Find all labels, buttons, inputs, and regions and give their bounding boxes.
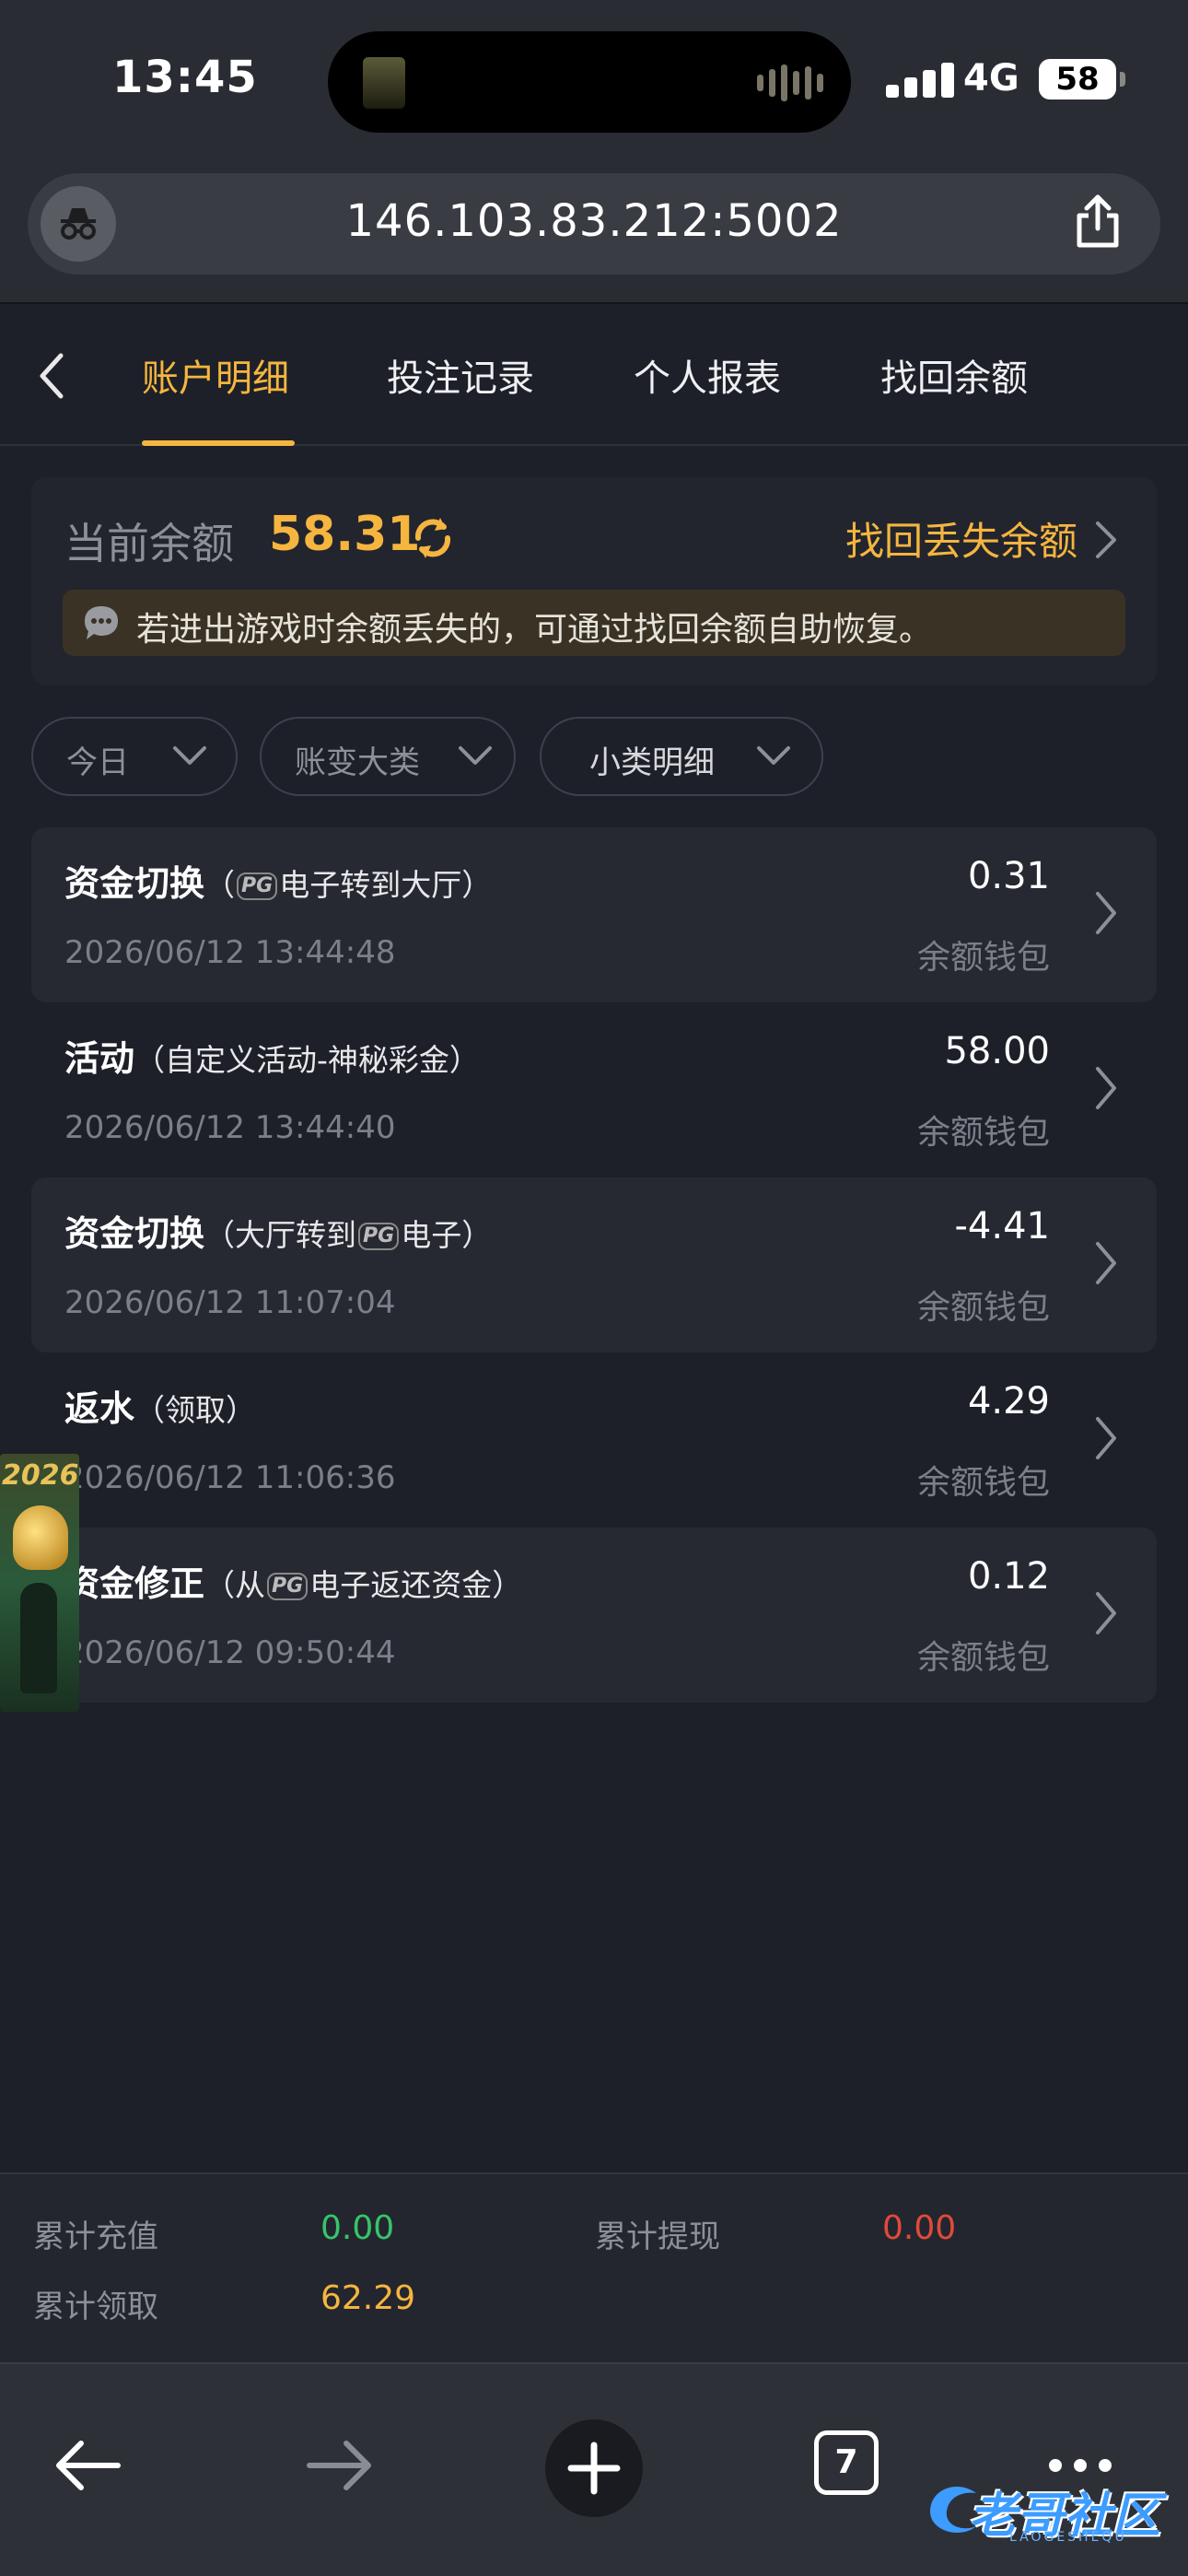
- share-icon[interactable]: [1072, 193, 1124, 252]
- signal-icon: [886, 63, 954, 98]
- record-title: 资金修正（从 PG 电子返还资金）: [64, 1563, 523, 1604]
- site-watermark-logo: 老哥社区 LAOGESHEQU: [921, 2469, 1179, 2552]
- list-item[interactable]: 资金修正（从 PG 电子返还资金） 2026/06/12 09:50:44 0.12…: [31, 1528, 1157, 1703]
- record-wallet: 余额钱包: [916, 1464, 1050, 1502]
- tab-recover-balance[interactable]: 找回余额: [880, 348, 1028, 402]
- active-tab-indicator: [142, 440, 295, 446]
- list-item[interactable]: 返水（领取） 2026/06/12 11:06:36 4.29 余额钱包: [31, 1352, 1157, 1528]
- back-arrow-icon[interactable]: [53, 2438, 122, 2497]
- status-time: 13:45: [112, 52, 258, 103]
- record-amount: 58.00: [944, 1030, 1050, 1072]
- chevron-right-icon: [1092, 1065, 1120, 1115]
- pg-logo-icon: PG: [237, 872, 278, 900]
- chevron-right-icon: [1092, 1590, 1120, 1640]
- dynamic-island: [328, 31, 851, 133]
- balance-card: 当前余额 58.31 找回丢失余额 若进出游戏时余额丢失的，可通过找回余额自助恢…: [31, 477, 1157, 685]
- list-item[interactable]: 资金切换（大厅转到 PG 电子） 2026/06/12 11:07:04 -4.41…: [31, 1177, 1157, 1352]
- recover-lost-balance-link[interactable]: 找回丢失余额: [845, 510, 1077, 567]
- tab-bet-records[interactable]: 投注记录: [387, 348, 534, 402]
- network-type: 4G: [963, 57, 1019, 100]
- pg-logo-icon: PG: [358, 1222, 400, 1250]
- chevron-down-icon: [755, 743, 792, 774]
- chevron-down-icon: [457, 743, 494, 774]
- status-bar: 13:45 4G 58: [0, 0, 1188, 166]
- audio-wave-icon: [757, 64, 823, 101]
- list-item[interactable]: 资金切换（ PG 电子转到大厅） 2026/06/12 13:44:48 0.31 …: [31, 827, 1157, 1002]
- record-date: 2026/06/12 13:44:40: [64, 1109, 396, 1146]
- watermark-subtext: LAOGESHEQU: [1009, 2530, 1127, 2545]
- floating-promo-banner[interactable]: 2026: [0, 1454, 79, 1712]
- total-claim-value: 62.29: [320, 2279, 416, 2317]
- record-title: 返水（领取）: [64, 1388, 257, 1429]
- record-date: 2026/06/12 13:44:48: [64, 934, 396, 971]
- total-recharge-label: 累计充值: [33, 2219, 158, 2255]
- account-tabs: 账户明细 投注记录 个人报表 找回余额: [0, 302, 1188, 446]
- total-withdraw-label: 累计提现: [595, 2219, 720, 2255]
- record-amount: 4.29: [967, 1380, 1050, 1423]
- tab-account-details[interactable]: 账户明细: [142, 348, 289, 402]
- record-wallet: 余额钱包: [916, 1114, 1050, 1152]
- record-amount: 0.31: [967, 855, 1050, 897]
- refresh-icon[interactable]: [409, 514, 457, 566]
- filter-date-label: 今日: [66, 744, 129, 781]
- url-text[interactable]: 146.103.83.212:5002: [28, 195, 1160, 247]
- record-title: 资金切换（ PG 电子转到大厅）: [64, 863, 493, 904]
- chat-bubble-icon: [81, 603, 122, 647]
- filter-main-category-label: 账变大类: [295, 744, 420, 781]
- record-amount: 0.12: [967, 1555, 1050, 1598]
- filter-main-category[interactable]: 账变大类: [260, 717, 516, 796]
- trophy-icon: [13, 1505, 68, 1570]
- list-item[interactable]: 活动（自定义活动-神秘彩金） 2026/06/12 13:44:40 58.00…: [31, 1002, 1157, 1177]
- record-title: 活动（自定义活动-神秘彩金）: [64, 1038, 480, 1079]
- tab-switcher-button[interactable]: 7: [814, 2430, 879, 2495]
- pg-logo-icon: PG: [267, 1572, 309, 1600]
- totals-summary: 累计充值 0.00 累计提现 0.00 累计领取 62.29: [0, 2172, 1188, 2362]
- record-date: 2026/06/12 11:06:36: [64, 1459, 396, 1496]
- now-playing-thumbnail: [363, 57, 405, 109]
- chevron-down-icon: [171, 743, 208, 774]
- promo-year: 2026: [2, 1459, 79, 1492]
- chevron-right-icon: [1092, 1415, 1120, 1465]
- back-chevron-icon[interactable]: [33, 350, 70, 405]
- forward-arrow-icon[interactable]: [306, 2438, 374, 2497]
- chevron-right-icon: [1092, 1240, 1120, 1290]
- tab-personal-report[interactable]: 个人报表: [634, 348, 781, 402]
- player-silhouette: [20, 1583, 57, 1693]
- record-wallet: 余额钱包: [916, 1289, 1050, 1327]
- total-recharge-value: 0.00: [320, 2209, 395, 2247]
- filter-sub-category-label: 小类明细: [589, 744, 715, 781]
- record-title: 资金切换（大厅转到 PG 电子）: [64, 1213, 493, 1254]
- chevron-right-icon[interactable]: [1092, 520, 1120, 564]
- total-claim-label: 累计领取: [33, 2289, 158, 2325]
- recovery-notice: 若进出游戏时余额丢失的，可通过找回余额自助恢复。: [63, 590, 1125, 656]
- filter-date[interactable]: 今日: [31, 717, 238, 796]
- chevron-right-icon: [1092, 890, 1120, 940]
- battery-icon: 58: [1039, 59, 1125, 100]
- record-date: 2026/06/12 11:07:04: [64, 1284, 396, 1321]
- record-amount: -4.41: [954, 1205, 1051, 1247]
- record-date: 2026/06/12 09:50:44: [64, 1634, 396, 1671]
- balance-value: 58.31: [269, 507, 421, 562]
- record-wallet: 余额钱包: [916, 1639, 1050, 1677]
- record-wallet: 余额钱包: [916, 939, 1050, 977]
- address-bar[interactable]: 146.103.83.212:5002: [28, 173, 1160, 275]
- new-tab-button[interactable]: [545, 2419, 643, 2517]
- balance-label: 当前余额: [64, 519, 234, 568]
- total-withdraw-value: 0.00: [882, 2209, 957, 2247]
- notice-text: 若进出游戏时余额丢失的，可通过找回余额自助恢复。: [136, 611, 933, 649]
- filter-sub-category[interactable]: 小类明细: [540, 717, 823, 796]
